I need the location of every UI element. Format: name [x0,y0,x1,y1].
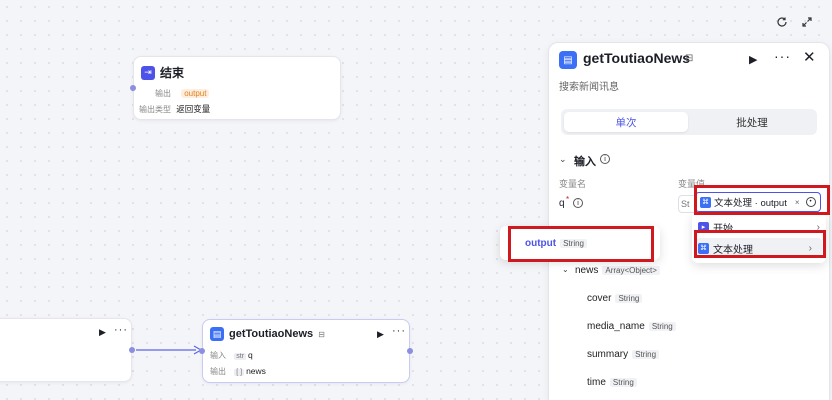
connector-edge [136,345,203,355]
tool-node-output-port[interactable] [407,348,413,354]
tool-input-tag: str [234,353,247,360]
tool-node[interactable]: ▤ getToutiaoNews ⊟ ▶ ··· 输入 str q 输出 [ ] n… [202,319,410,383]
highlight-text-process [694,230,826,258]
tool-more-icon[interactable]: ··· [392,325,406,337]
col-var-name: 变量名 [559,179,587,189]
panel-title: getToutiaoNews [583,50,691,66]
tab-single[interactable]: 单次 [564,112,688,132]
tool-output-tag: [ ] [234,369,245,376]
panel-run-icon[interactable]: ▶ [749,53,757,66]
panel-store-icon: ⊟ [685,53,694,64]
text-process-node[interactable]: ▶ ··· [0,318,132,382]
param-info-icon[interactable]: i [573,198,583,208]
more-icon[interactable]: ··· [114,324,128,336]
end-node-input-port[interactable] [130,85,136,91]
tab-batch[interactable]: 批处理 [690,112,814,132]
tool-output-value: news [246,366,266,376]
end-output-label: 输出 [155,89,171,98]
param-name: q [559,198,565,209]
input-section-title: 输入 [574,156,596,168]
chevron-down-icon[interactable]: ⌄ [559,154,567,165]
panel-tool-icon: ▤ [559,51,577,69]
tool-node-title: getToutiaoNews [229,328,314,340]
end-output-type-value: 返回变量 [176,104,211,114]
panel-description: 搜索新闻讯息 [559,82,619,93]
mode-switch[interactable]: 单次 批处理 [561,109,817,135]
tree-collapse-icon[interactable]: ⌄ [562,265,569,274]
tree-item-media-name[interactable]: media_name String [587,321,676,332]
required-mark: * [566,195,570,204]
store-icon: ⊟ [318,329,325,339]
close-icon[interactable]: ✕ [803,48,816,66]
tree-item-time[interactable]: time String [587,377,637,388]
highlight-output [508,226,654,262]
tree-item-news[interactable]: news Array<Object> [575,265,660,276]
end-output-value: output [181,89,210,98]
tree-item-cover[interactable]: cover String [587,293,643,304]
refresh-icon[interactable] [773,13,791,31]
tool-output-label: 输出 [210,367,226,376]
tool-input-label: 输入 [210,351,226,360]
end-icon: ⇥ [141,65,155,80]
tool-run-icon[interactable]: ▶ [377,329,384,340]
panel-more-icon[interactable]: ··· [774,48,791,64]
tree-item-summary[interactable]: summary String [587,349,660,360]
info-icon[interactable]: i [600,154,610,164]
end-node[interactable]: ⇥ 结束 输出 output 输出类型 返回变量 [133,56,341,120]
tool-input-value: q [248,350,253,360]
end-node-title: 结束 [160,66,185,80]
end-output-type-label: 输出类型 [139,105,171,114]
run-icon[interactable]: ▶ [99,327,106,338]
highlight-selected-ref [694,185,830,215]
expand-icon[interactable] [798,13,816,31]
tool-icon: ▤ [210,327,224,341]
tool-node-input-port[interactable] [199,348,205,354]
